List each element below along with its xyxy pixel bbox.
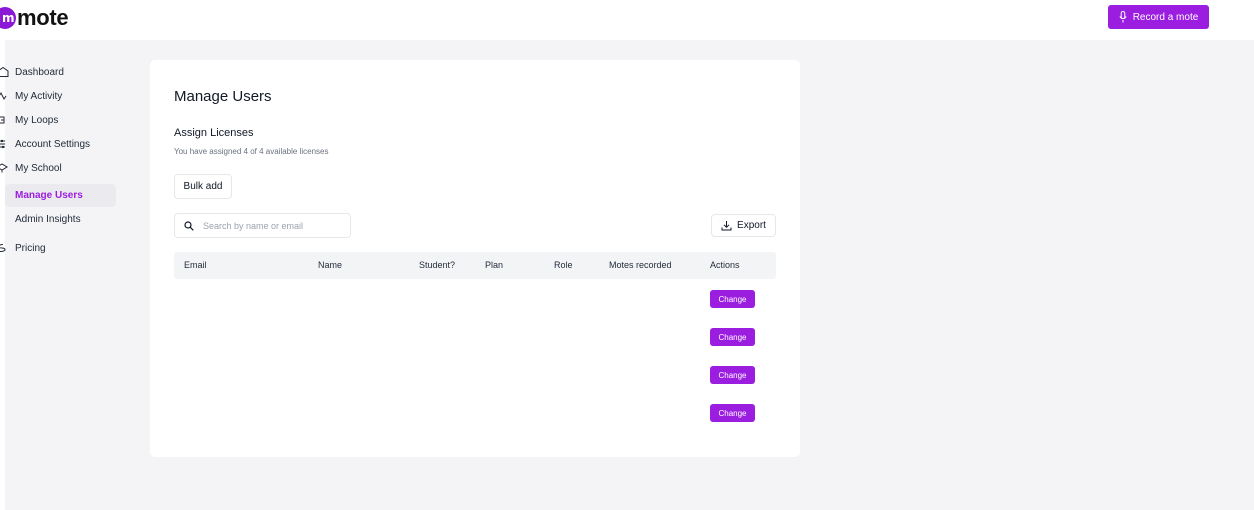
section-title: Assign Licenses [174, 127, 254, 139]
school-icon [0, 163, 10, 173]
column-header-role[interactable]: Role [554, 252, 573, 279]
record-button-label: Record a mote [1132, 11, 1199, 23]
column-header-student[interactable]: Student? [419, 252, 455, 279]
manage-users-card: Manage Users Assign Licenses You have as… [150, 60, 800, 457]
sidebar-item-pricing[interactable]: Pricing [0, 238, 46, 258]
column-header-name[interactable]: Name [318, 252, 342, 279]
column-header-motes-recorded[interactable]: Motes recorded [609, 252, 672, 279]
settings-icon [0, 139, 10, 149]
loops-icon [0, 115, 10, 125]
download-icon [721, 221, 732, 231]
sidebar-item-admin-insights[interactable]: Admin Insights [5, 208, 116, 231]
microphone-icon [1119, 11, 1127, 23]
bulk-add-button[interactable]: Bulk add [174, 174, 232, 199]
search-box[interactable] [174, 213, 351, 238]
sidebar-item-account-settings[interactable]: Account Settings [0, 134, 90, 154]
column-header-plan[interactable]: Plan [485, 252, 503, 279]
sidebar-item-label: Admin Insights [15, 214, 81, 225]
app-name: mote [17, 5, 69, 30]
sidebar-item-label: Manage Users [15, 190, 83, 201]
sidebar-item-my-school[interactable]: My School [0, 158, 62, 178]
activity-icon [0, 91, 10, 101]
sidebar-item-label: Dashboard [15, 66, 64, 78]
column-header-actions: Actions [710, 260, 740, 270]
column-header-email[interactable]: Email [184, 252, 207, 279]
license-count-text: You have assigned 4 of 4 available licen… [174, 147, 329, 156]
sidebar-item-label: Pricing [15, 242, 46, 254]
sidebar-item-my-activity[interactable]: My Activity [0, 86, 62, 106]
search-input[interactable] [203, 220, 343, 231]
page-title: Manage Users [174, 88, 272, 105]
users-table-header: Email Name Student? Plan Role Motes reco… [174, 252, 776, 279]
export-button[interactable]: Export [711, 214, 776, 237]
top-bar: m mote Record a mote [0, 0, 1254, 38]
change-plan-button[interactable]: Change [710, 328, 755, 346]
search-icon [184, 220, 194, 231]
change-plan-button[interactable]: Change [710, 290, 755, 308]
dashboard-icon [0, 67, 10, 77]
sidebar-item-my-loops[interactable]: My Loops [0, 110, 58, 130]
sidebar-item-label: My Activity [15, 90, 63, 102]
sidebar-item-dashboard[interactable]: Dashboard [0, 62, 64, 82]
export-label: Export [737, 220, 766, 231]
app-logo[interactable]: m mote [0, 5, 69, 31]
sidebar-item-label: My School [15, 162, 62, 174]
record-a-mote-button[interactable]: Record a mote [1108, 5, 1209, 29]
pricing-icon [0, 243, 10, 253]
sidebar-item-manage-users[interactable]: Manage Users [5, 184, 116, 207]
mote-logo-icon: m [0, 7, 16, 29]
sidebar-item-label: Account Settings [15, 138, 91, 150]
sidebar-item-label: My Loops [15, 114, 59, 126]
change-plan-button[interactable]: Change [710, 404, 755, 422]
change-plan-button[interactable]: Change [710, 366, 755, 384]
